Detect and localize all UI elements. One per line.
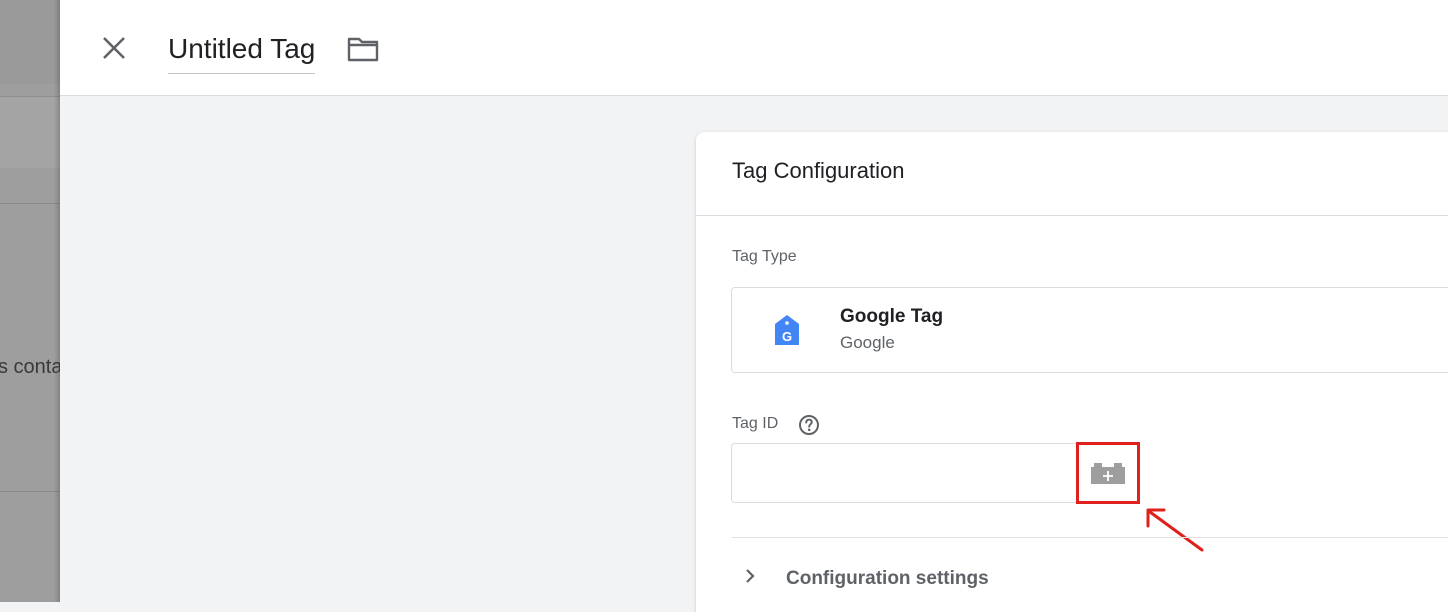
insert-variable-button[interactable] [1076,442,1140,504]
card-divider [696,215,1448,216]
background-divider [0,491,60,492]
tag-editor-panel: Untitled Tag Tag Configuration Tag Type … [60,0,1448,612]
configuration-settings-label: Configuration settings [786,568,989,589]
card-title: Tag Configuration [732,158,905,183]
tag-name-input[interactable]: Untitled Tag [168,30,316,74]
chevron-right-icon [746,569,755,583]
tag-id-input[interactable] [731,443,1077,503]
google-tag-icon: G [775,315,799,345]
section-divider [732,537,1448,538]
tag-configuration-card: Tag Configuration Tag Type G Google Tag … [696,132,1448,612]
tag-id-label: Tag ID [732,415,779,432]
background-header-band [0,0,60,84]
background-toolbar-band [0,96,60,168]
help-circle-icon[interactable] [798,414,820,436]
tag-type-vendor: Google [840,333,895,352]
panel-header: Untitled Tag [60,0,1448,96]
configuration-settings-toggle[interactable]: Configuration settings [732,560,1448,600]
folder-button[interactable] [346,34,380,64]
tag-type-label: Tag Type [732,248,797,265]
svg-text:G: G [782,329,792,344]
tag-type-name: Google Tag [840,306,944,327]
background-text: s conta [0,356,60,378]
close-icon [103,37,125,59]
variable-brick-icon [1091,463,1125,484]
background-divider [0,203,60,204]
tag-type-selector[interactable]: G Google Tag Google [731,287,1448,373]
annotation-arrow-icon [1146,508,1204,552]
folder-icon [347,37,379,62]
background-page: s conta [0,0,60,602]
close-button[interactable] [98,32,130,64]
